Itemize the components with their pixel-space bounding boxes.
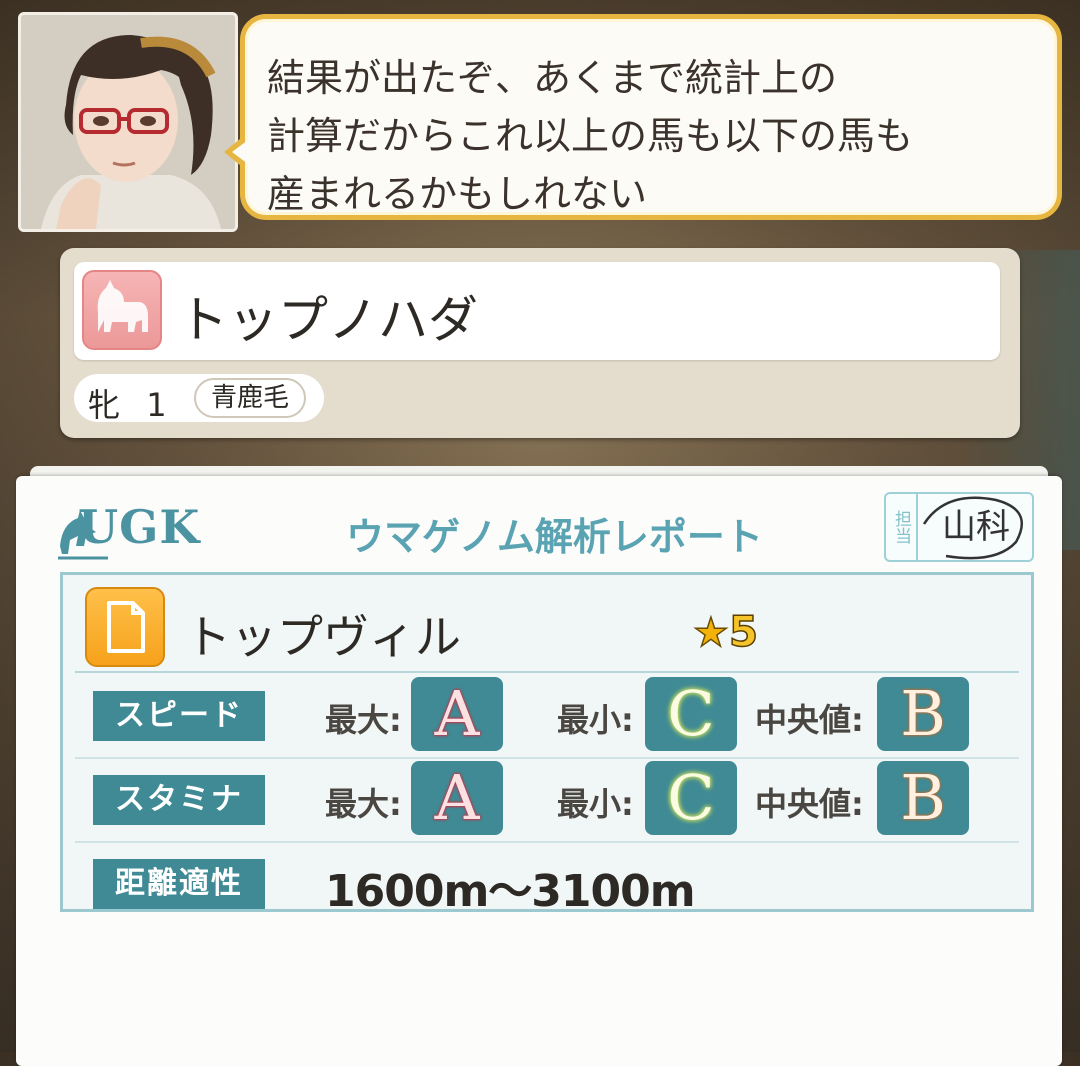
star-icon: ★ bbox=[692, 609, 729, 657]
median-grade: B bbox=[877, 761, 969, 835]
horse-name: トップノハダ bbox=[178, 291, 478, 349]
median-grade: B bbox=[877, 677, 969, 751]
horse-coat-badge: 青鹿毛 bbox=[194, 378, 306, 418]
min-grade: C bbox=[645, 761, 737, 835]
horse-sex-age: 牝 1 bbox=[88, 380, 175, 426]
result-rank: ★5 bbox=[692, 606, 759, 657]
horse-meta: 牝 1 青鹿毛 bbox=[74, 374, 324, 424]
result-horse-name: トップヴィル bbox=[185, 610, 461, 664]
distance-label: 距離適性 bbox=[93, 859, 265, 909]
character-portrait bbox=[18, 12, 238, 232]
report-title: ウマゲノム解析レポート bbox=[346, 515, 763, 559]
distance-value: 1600m〜3100m bbox=[325, 866, 696, 917]
max-label: 最大: bbox=[325, 701, 402, 739]
staff-signature-text: 山科 bbox=[942, 507, 1010, 547]
horse-icon-shape bbox=[97, 280, 148, 332]
genome-report: UGK ウマゲノム解析レポート 担当 山科 トップヴィル ★5 スピード 最大:… bbox=[16, 476, 1062, 1066]
horse-age: 1 bbox=[146, 386, 175, 424]
stat-row-speed: スピード 最大: A 最小: C 中央値: B bbox=[75, 673, 1019, 759]
horse-sex: 牝 bbox=[88, 386, 129, 424]
ugk-logo-text: UGK bbox=[78, 500, 201, 554]
horse-info-card: トップノハダ 牝 1 青鹿毛 bbox=[60, 248, 1020, 438]
stat-row-distance: 距離適性 1600m〜3100m bbox=[75, 841, 1019, 925]
max-grade: A bbox=[411, 761, 503, 835]
result-header-row: トップヴィル ★5 bbox=[75, 581, 1019, 673]
median-label: 中央値: bbox=[755, 785, 864, 823]
max-label: 最大: bbox=[325, 785, 402, 823]
stat-row-stamina: スタミナ 最大: A 最小: C 中央値: B bbox=[75, 757, 1019, 843]
min-grade: C bbox=[645, 677, 737, 751]
stamp-label: 担当 bbox=[886, 494, 918, 560]
horse-name-box: トップノハダ bbox=[74, 262, 1000, 360]
document-icon-shape bbox=[107, 601, 145, 653]
stat-label: スピード bbox=[93, 691, 265, 741]
staff-signature: 山科 bbox=[922, 496, 1024, 560]
min-label: 最小: bbox=[557, 701, 634, 739]
max-grade: A bbox=[411, 677, 503, 751]
character-portrait-art bbox=[21, 15, 235, 229]
speech-bubble[interactable]: 結果が出たぞ、あくまで統計上の 計算だからこれ以上の馬も以下の馬も 産まれるかも… bbox=[240, 14, 1062, 220]
staff-stamp: 担当 山科 bbox=[884, 492, 1034, 562]
rank-value: 5 bbox=[728, 606, 759, 657]
document-icon bbox=[85, 587, 165, 667]
horse-icon bbox=[82, 270, 162, 350]
stat-label: スタミナ bbox=[93, 775, 265, 825]
min-label: 最小: bbox=[557, 785, 634, 823]
report-result-box: トップヴィル ★5 スピード 最大: A 最小: C 中央値: B スタミナ 最… bbox=[60, 572, 1034, 917]
speech-bubble-tail-inner bbox=[232, 140, 248, 164]
dialogue-text: 結果が出たぞ、あくまで統計上の 計算だからこれ以上の馬も以下の馬も 産まれるかも… bbox=[267, 56, 914, 216]
median-label: 中央値: bbox=[755, 701, 864, 739]
